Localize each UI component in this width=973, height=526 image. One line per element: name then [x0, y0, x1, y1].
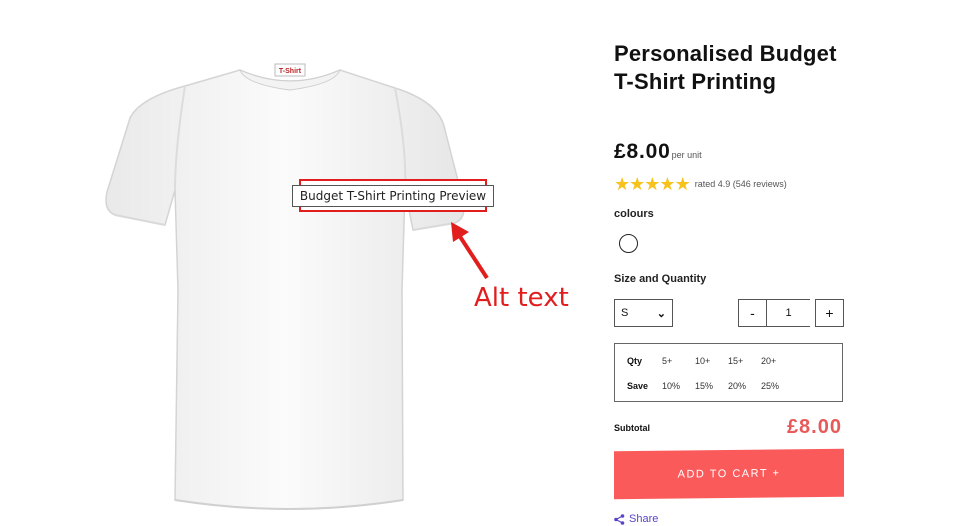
price-row: £8.00per unit: [614, 140, 702, 164]
star-icon: ★: [644, 174, 661, 194]
quantity-increment-button[interactable]: +: [815, 299, 844, 327]
neck-label-text: T-Shirt: [279, 68, 302, 75]
colours-label: colours: [614, 208, 654, 220]
tshirt-image: T-Shirt: [105, 63, 465, 510]
add-to-cart-button[interactable]: ADD TO CART +: [614, 448, 844, 500]
product-title: Personalised Budget T-Shirt Printing: [614, 41, 837, 94]
alt-text-tooltip: Budget T-Shirt Printing Preview: [291, 184, 495, 207]
discount-qty-header: Qty: [627, 356, 643, 366]
discount-save-cell: 15%: [695, 381, 714, 391]
chevron-down-icon: ⌄: [656, 307, 666, 320]
product-price: £8.00: [614, 140, 671, 163]
subtotal-value: £8.00: [786, 416, 842, 438]
discount-qty-cell: 5+: [662, 356, 673, 366]
quantity-input[interactable]: 1: [767, 299, 810, 327]
discount-save-cell: 20%: [728, 381, 747, 391]
size-select-value: S: [621, 307, 629, 319]
star-icon: ★: [659, 174, 676, 194]
discount-save-cell: 25%: [761, 381, 780, 391]
discount-save-header: Save: [627, 381, 649, 391]
share-icon: [614, 513, 625, 525]
discount-qty-cell: 10+: [695, 356, 711, 366]
star-icon: ★: [674, 174, 691, 194]
rating-text[interactable]: rated 4.9 (546 reviews): [695, 179, 787, 189]
quantity-decrement-button[interactable]: -: [738, 299, 767, 327]
discount-save-cell: 10%: [662, 381, 681, 391]
share-label: Share: [629, 513, 659, 525]
bulk-discount-table: Qty 5+ 10+ 15+ 20+ Save 10% 15% 20% 25%: [614, 343, 843, 402]
rating-row[interactable]: ★ ★ ★ ★ ★ rated 4.9 (546 reviews): [614, 174, 787, 194]
annotation-arrow-icon: [451, 222, 489, 280]
discount-qty-cell: 20+: [761, 356, 777, 366]
subtotal-label: Subtotal: [614, 423, 650, 433]
star-icon: ★: [614, 174, 631, 194]
share-link[interactable]: Share: [614, 513, 658, 525]
discount-qty-cell: 15+: [728, 356, 744, 366]
product-image: T-Shirt: [95, 40, 485, 526]
size-quantity-label: Size and Quantity: [614, 273, 707, 285]
star-icon: ★: [629, 174, 646, 194]
colour-swatch-white[interactable]: [619, 234, 638, 253]
alt-text-highlight-box: Budget T-Shirt Printing Preview: [291, 179, 495, 212]
price-unit: per unit: [671, 150, 702, 160]
size-select[interactable]: S ⌄: [614, 299, 673, 327]
annotation-label: Alt text: [474, 283, 569, 313]
